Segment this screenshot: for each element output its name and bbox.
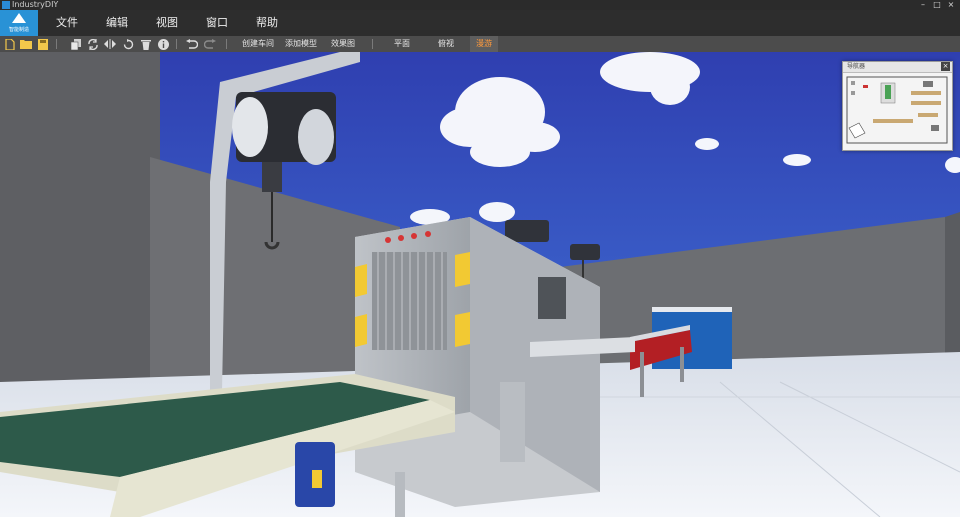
- menu-edit[interactable]: 编辑: [106, 10, 128, 36]
- title-bar: IndustryDIY – □ ×: [0, 0, 960, 10]
- delete-icon[interactable]: [140, 38, 152, 50]
- close-icon[interactable]: ×: [941, 62, 950, 71]
- rotate-icon[interactable]: [122, 38, 134, 50]
- app-icon: [2, 1, 10, 9]
- refresh-icon[interactable]: [87, 38, 99, 50]
- navigator-map[interactable]: [843, 73, 952, 150]
- maximize-button[interactable]: □: [932, 0, 942, 10]
- open-folder-icon[interactable]: [20, 38, 32, 50]
- toolbar-divider: [226, 39, 227, 49]
- copy-icon[interactable]: [70, 38, 82, 50]
- menu-help[interactable]: 帮助: [256, 10, 278, 36]
- redo-icon[interactable]: [204, 38, 216, 50]
- toolbar-divider: [176, 39, 177, 49]
- info-icon[interactable]: [157, 38, 169, 50]
- mirror-icon[interactable]: [104, 38, 116, 50]
- app-logo: 智能制造: [0, 10, 38, 36]
- menu-bar: 智能制造 文件 编辑 视图 窗口 帮助: [0, 10, 960, 36]
- toolbar: 创建车间 添加模型 效果图 平面 俯视 漫游: [0, 36, 960, 53]
- menu-view[interactable]: 视图: [156, 10, 178, 36]
- logo-text: 智能制造: [8, 27, 29, 33]
- navigator-header: 导航器 ×: [843, 62, 952, 73]
- save-icon[interactable]: [37, 38, 49, 50]
- view-plan-button[interactable]: 平面: [394, 36, 410, 52]
- logo-mark-icon: [12, 13, 26, 23]
- render-button[interactable]: 效果图: [331, 36, 355, 52]
- navigator-panel[interactable]: 导航器 ×: [842, 61, 953, 151]
- minimize-button[interactable]: –: [918, 0, 928, 10]
- menu-window[interactable]: 窗口: [206, 10, 228, 36]
- add-model-button[interactable]: 添加模型: [285, 36, 317, 52]
- new-file-icon[interactable]: [4, 38, 16, 50]
- factory-3d-scene: [0, 52, 960, 517]
- scene-viewport[interactable]: 导航器 ×: [0, 52, 960, 517]
- toolbar-divider: [56, 39, 57, 49]
- close-window-button[interactable]: ×: [946, 0, 956, 10]
- view-top-button[interactable]: 俯视: [438, 36, 454, 52]
- menu-file[interactable]: 文件: [56, 10, 78, 36]
- view-walkthrough-button[interactable]: 漫游: [470, 36, 498, 52]
- create-workshop-button[interactable]: 创建车间: [242, 36, 274, 52]
- navigator-title: 导航器: [847, 63, 866, 70]
- window-title: IndustryDIY: [12, 0, 59, 9]
- undo-icon[interactable]: [186, 38, 198, 50]
- toolbar-divider: [372, 39, 373, 49]
